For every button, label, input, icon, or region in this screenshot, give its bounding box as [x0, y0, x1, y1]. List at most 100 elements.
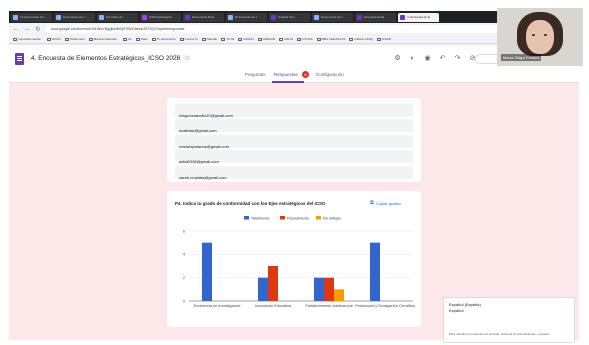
responses-count-badge: 8: [302, 71, 309, 78]
addons-icon[interactable]: ⚙: [393, 55, 402, 63]
tab-title: ICSO Estrategico: [149, 15, 173, 19]
legend-swatch: [244, 216, 249, 220]
list-item: adiat0338@gmail.com: [175, 150, 413, 164]
folder-icon: [201, 37, 206, 41]
bookmark-label: Importado desde...: [18, 37, 44, 41]
language-subtitle: Español: [449, 308, 464, 313]
x-tick-label: Excelencia en Investigación: [194, 304, 241, 308]
list-item: marialopalacios@gmail.com: [175, 135, 413, 149]
url-field[interactable]: docs.google.com/forms/d/1Hr3evYBqyjkA9bf…: [46, 25, 564, 33]
folder-icon: [47, 37, 52, 41]
bookmark-item[interactable]: Cálculo UNIQ: [349, 37, 373, 41]
language-input-popup: Español (España) Español Para cambiar lo…: [443, 297, 575, 343]
tab-favicon-icon: [142, 14, 147, 20]
browser-tab[interactable]: Documento sin t: [226, 12, 267, 22]
legend-label: Parcialmente: [287, 217, 309, 221]
folder-icon: [238, 37, 243, 41]
bookmark-item[interactable]: Stats: [135, 37, 148, 41]
bookmark-item[interactable]: MBA Cátedra-ICS: [316, 37, 346, 41]
x-tick-label: Fortalecimiento Institucional: [305, 304, 352, 308]
undo-icon[interactable]: ↶: [438, 55, 447, 63]
bookmark-item[interactable]: Importado desde...: [13, 37, 43, 41]
forward-arrow-icon[interactable]: →: [24, 26, 30, 32]
folder-icon: [376, 37, 381, 41]
browser-tab[interactable]: Sin título (1) -: [97, 12, 138, 22]
tab-title: Documento sin t...: [63, 15, 88, 19]
bookmark-item[interactable]: Manual Calendar...: [88, 37, 119, 41]
bookmark-item[interactable]: IAB-IG: [279, 37, 293, 41]
copy-icon: ⧉: [370, 200, 374, 206]
browser-tab[interactable]: Documento sin t...: [54, 12, 95, 22]
tab-favicon-icon: [13, 14, 18, 20]
folder-icon: [316, 37, 321, 41]
participant-face: [526, 20, 554, 54]
email-address: luisgonzalezalz20@gmail.com: [179, 113, 233, 118]
bookmark-item[interactable]: TUTE: [221, 37, 234, 41]
star-icon[interactable]: ☆: [184, 54, 190, 62]
tab-questions[interactable]: Preguntas: [245, 72, 266, 77]
language-hint: Para cambiar los métodos de entrada, pre…: [449, 332, 551, 336]
folder-icon: [135, 37, 140, 41]
browser-tab[interactable]: ICSO Estrategico: [140, 12, 181, 22]
folder-icon: [64, 37, 69, 41]
bookmark-item[interactable]: Tu documento: [151, 37, 176, 41]
tab-favicon-icon: [400, 14, 405, 20]
email-address: adiat0338@gmail.com: [179, 159, 219, 164]
folder-icon: [349, 37, 354, 41]
folder-icon: [151, 37, 156, 41]
bookmark-item[interactable]: U1: [122, 37, 132, 41]
bookmark-item[interactable]: USACH: [238, 37, 254, 41]
folder-icon: [297, 37, 302, 41]
email-address: marialopalacios@gmail.com: [179, 144, 230, 149]
chart-bar: [370, 242, 380, 301]
browser-tab[interactable]: Untitled form: [269, 12, 310, 22]
google-forms-logo-icon[interactable]: [15, 53, 24, 65]
x-tick-label: Producción y Divulgación Científica: [355, 304, 415, 308]
folder-icon: [88, 37, 93, 41]
browser-tab[interactable]: 4. Encuesta de E: [398, 12, 439, 22]
back-arrow-icon[interactable]: ←: [13, 26, 19, 32]
browser-tab[interactable]: Tu documento sin...: [11, 12, 52, 22]
bookmark-item[interactable]: HYNSA: [297, 37, 313, 41]
bookmark-label: MBA Cátedra-ICS: [321, 37, 346, 41]
bookmark-item[interactable]: Studio Neo: [64, 37, 85, 41]
tab-title: Sin título (1) -: [106, 15, 125, 19]
reload-icon[interactable]: ↻: [35, 26, 41, 33]
browser-window: Tu documento sin... Documento sin t... Sin…: [9, 11, 579, 340]
chart-bar: [324, 277, 334, 301]
form-title[interactable]: 4. Encuesta de Elementos Estratégicos_IC…: [31, 55, 180, 62]
tab-responses[interactable]: Respuestas: [274, 72, 298, 77]
tab-favicon-icon: [228, 14, 233, 20]
redo-icon[interactable]: ↷: [453, 55, 462, 63]
header-actions: ⚙ ◐ ◉ ↶ ↷ ⊘: [393, 55, 477, 63]
bookmark-item[interactable]: Cursos IV: [179, 37, 198, 41]
bookmark-item[interactable]: NOVO: [47, 37, 61, 41]
webcam-video-overlay: María Olaya Perales: [497, 8, 583, 66]
palette-icon[interactable]: ◐: [408, 55, 417, 63]
folder-icon: [257, 37, 262, 41]
bookmark-item[interactable]: Standar: [201, 37, 217, 41]
legend-label: Totalmente: [251, 217, 270, 221]
tab-title: Untitled form: [278, 15, 296, 19]
bookmark-item[interactable]: ICSAB: [376, 37, 391, 41]
form-tabs: Preguntas Respuestas 8 Configuración: [9, 69, 579, 83]
language-title: Español (España): [449, 302, 481, 307]
bookmarks-bar: Importado desde... NOVO Studio Neo Manual C…: [9, 35, 579, 44]
preview-eye-icon[interactable]: ◉: [423, 55, 432, 63]
tab-title: Documento sin t: [321, 15, 343, 19]
bookmark-item[interactable]: UNESAN: [257, 37, 275, 41]
chart-bar: [268, 266, 278, 301]
bookmark-label: Cálculo UNIQ: [354, 37, 373, 41]
browser-tab[interactable]: Documento sin t: [312, 12, 353, 22]
address-bar: ← → ↻ docs.google.com/forms/d/1Hr3evYBqy…: [9, 23, 579, 35]
bookmark-label: TUTE: [226, 37, 235, 41]
y-tick-label: 2: [183, 276, 185, 280]
legend-swatch: [280, 216, 285, 220]
browser-tab[interactable]: Documento Rest: [183, 12, 224, 22]
folder-icon: [221, 37, 226, 41]
tab-settings[interactable]: Configuración: [316, 72, 344, 77]
browser-tab[interactable]: Encuesta de El: [355, 12, 396, 22]
tab-title: Documento sin t: [235, 15, 257, 19]
move-to-folder-icon[interactable]: 🗀: [173, 54, 180, 65]
copy-chart-button[interactable]: ⧉ Copiar gráfico: [370, 200, 401, 207]
